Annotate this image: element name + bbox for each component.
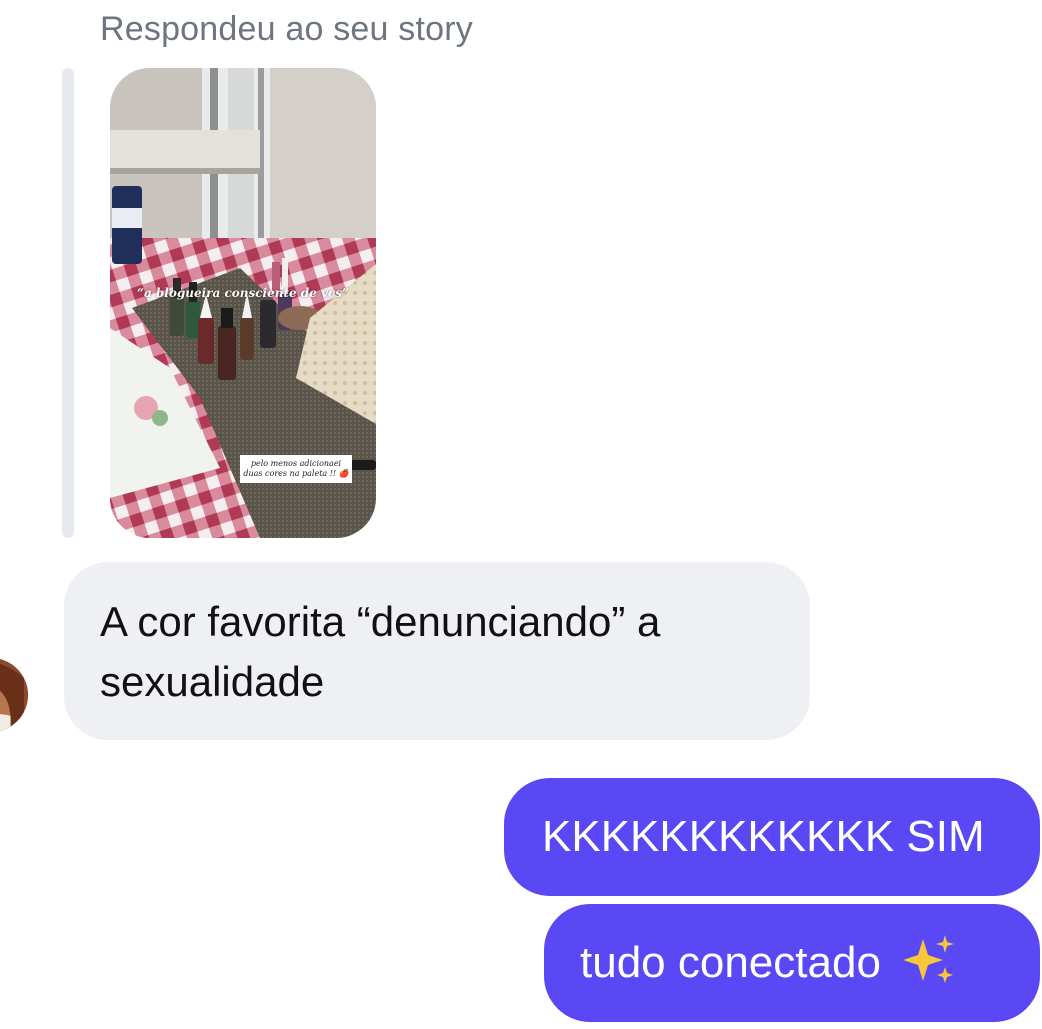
story-quote-bar [62, 68, 74, 538]
outgoing-message-text: tudo conectado [580, 938, 881, 987]
incoming-message-text: A cor favorita “denunciando” a sexualida… [100, 598, 661, 705]
avatar-image [0, 658, 28, 732]
outgoing-message-text: KKKKKKKKKKKK SIM [542, 812, 985, 861]
incoming-message-bubble[interactable]: A cor favorita “denunciando” a sexualida… [64, 562, 810, 740]
outgoing-message-bubble[interactable]: KKKKKKKKKKKK SIM [504, 778, 1040, 896]
story-caption-top: “a blogueira consciente de vcs” [137, 286, 349, 300]
contact-avatar[interactable] [0, 658, 28, 732]
sparkles-icon [901, 933, 957, 993]
outgoing-message-bubble[interactable]: tudo conectado [544, 904, 1040, 1022]
story-caption-bottom: pelo menos adicionaei duas cores na pale… [240, 455, 352, 483]
story-thumbnail[interactable]: “a blogueira consciente de vcs” pelo men… [110, 68, 376, 538]
story-reply-label: Respondeu ao seu story [100, 10, 473, 48]
